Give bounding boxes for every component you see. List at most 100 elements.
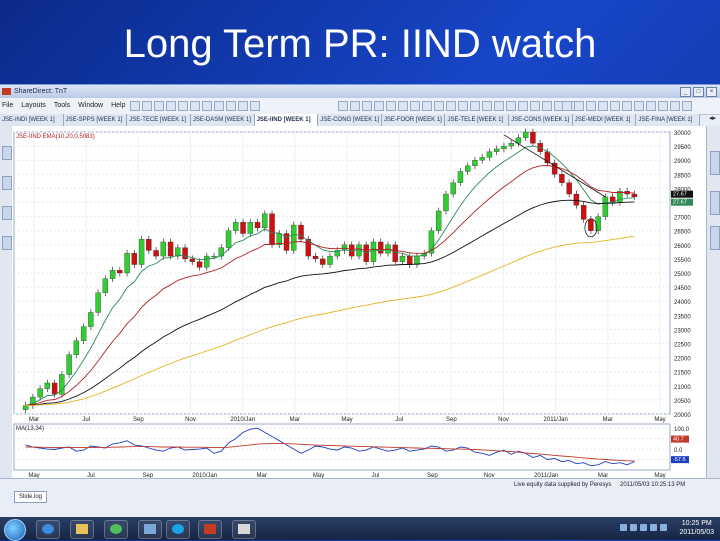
candle-body [233, 222, 239, 231]
app-shortcut-icon[interactable] [138, 520, 162, 539]
file-explorer-icon[interactable] [70, 520, 94, 539]
start-button[interactable] [4, 519, 26, 541]
chart-tab[interactable]: JSE-DASM [WEEK 1] [191, 114, 255, 126]
candle-body [44, 382, 51, 389]
chart-tab[interactable]: JSE-TELE [WEEK 1] [445, 114, 510, 126]
toolbar-button[interactable] [598, 101, 608, 111]
status-timestamp: 2011/05/03 10:25:13 PM [620, 482, 686, 488]
tray-icon[interactable] [650, 524, 657, 531]
toolbar-button[interactable] [470, 101, 480, 111]
media-player-icon[interactable] [104, 520, 128, 539]
toolbar-button[interactable] [362, 101, 372, 111]
menu-layouts[interactable]: Layouts [21, 102, 46, 109]
window-title: ShareDirect: TnT [14, 88, 68, 95]
chart-tab[interactable]: JSE-SPPS [WEEK 1] [64, 114, 128, 126]
toolbar-button[interactable] [658, 101, 668, 111]
chart-canvas[interactable]: 3000029500290002850028000275002700026500… [12, 126, 706, 478]
tray-icon[interactable] [640, 524, 647, 531]
toolbar-button[interactable] [574, 101, 584, 111]
candle-body [392, 244, 398, 262]
tray-icon[interactable] [620, 524, 627, 531]
toolbar-button[interactable] [530, 101, 540, 111]
toolbar-button[interactable] [398, 101, 408, 111]
toolbar-button[interactable] [622, 101, 632, 111]
chart-tab[interactable]: JSE-INDI [WEEK 1] [0, 114, 64, 126]
price-legend: JSE-IIND EMA(10,20,0.5083) [16, 134, 95, 140]
candle-body [80, 326, 87, 341]
candle-body [378, 241, 384, 254]
side-panel-button[interactable] [710, 191, 720, 215]
menu-tools[interactable]: Tools [54, 102, 70, 109]
toolbar-button[interactable] [634, 101, 644, 111]
toolbar-button[interactable] [190, 101, 200, 111]
toolbar-button[interactable] [562, 101, 572, 111]
toolbar-button[interactable] [142, 101, 152, 111]
toolbar-button[interactable] [446, 101, 456, 111]
toolbar-button[interactable] [422, 101, 432, 111]
skype-icon[interactable] [166, 520, 190, 539]
tray-icon[interactable] [630, 524, 637, 531]
close-button[interactable]: × [706, 87, 717, 97]
minimize-button[interactable]: _ [680, 87, 691, 97]
tab-scroll-arrows[interactable]: ◂▸ [709, 114, 716, 122]
toolbar-button[interactable] [494, 101, 504, 111]
toolbar-button[interactable] [130, 101, 140, 111]
toolbar-group-2 [338, 101, 576, 111]
side-panel-button[interactable] [710, 226, 720, 250]
tool-button[interactable] [2, 206, 12, 220]
toolbar-button[interactable] [646, 101, 656, 111]
price-y-tick-label: 21500 [674, 371, 691, 377]
toolbar-button[interactable] [410, 101, 420, 111]
side-panel-button[interactable] [710, 151, 720, 175]
toolbar-button[interactable] [586, 101, 596, 111]
toolbar-button[interactable] [506, 101, 516, 111]
volume-icon[interactable] [660, 524, 667, 531]
maximize-button[interactable]: □ [693, 87, 704, 97]
candle-body [247, 222, 253, 234]
chart-tab[interactable]: JSE-CONS [WEEK 1] [509, 114, 573, 126]
taskbar-clock[interactable]: 10:25 PM 2011/05/03 [679, 519, 714, 537]
chart-tab[interactable]: JSE-FINA [WEEK 1] [636, 114, 701, 126]
internet-explorer-icon[interactable] [36, 520, 60, 539]
toolbar-button[interactable] [226, 101, 236, 111]
menu-help[interactable]: Help [111, 102, 125, 109]
toolbar-button[interactable] [670, 101, 680, 111]
chart-tab[interactable]: JSE-CONG [WEEK 1] [318, 114, 382, 126]
tool-button[interactable] [2, 176, 12, 190]
toolbar-button[interactable] [202, 101, 212, 111]
candle-body [189, 258, 195, 262]
toolbar-button[interactable] [178, 101, 188, 111]
toolbar-button[interactable] [350, 101, 360, 111]
toolbar-button[interactable] [386, 101, 396, 111]
toolbar-button[interactable] [518, 101, 528, 111]
chart-tab[interactable]: JSE-TECE [WEEK 1] [127, 114, 191, 126]
toolbar-button[interactable] [458, 101, 468, 111]
sharedirect-taskbar-icon[interactable] [198, 520, 222, 539]
toolbar-button[interactable] [214, 101, 224, 111]
tool-button[interactable] [2, 146, 12, 160]
chart-tab[interactable]: JSE-IIND [WEEK 1] [254, 114, 319, 126]
menu-window[interactable]: Window [78, 102, 103, 109]
tool-button[interactable] [2, 236, 12, 250]
candle-body [566, 182, 572, 195]
toolbar-button[interactable] [374, 101, 384, 111]
toolbar-button[interactable] [238, 101, 248, 111]
toolbar-button[interactable] [154, 101, 164, 111]
toolbar-button[interactable] [682, 101, 692, 111]
clock-time: 10:25 PM [681, 520, 712, 527]
menu-file[interactable]: File [2, 102, 13, 109]
toolbar-button[interactable] [542, 101, 552, 111]
chart-tab[interactable]: JSE-MEDI [WEEK 1] [573, 114, 637, 126]
chart-tab[interactable]: JSE-FOOR [WEEK 1] [382, 114, 446, 126]
toolbar-button[interactable] [434, 101, 444, 111]
candle-body [196, 261, 203, 268]
notes-icon[interactable] [232, 520, 256, 539]
candle-body [138, 239, 145, 265]
toolbar-button[interactable] [338, 101, 348, 111]
toolbar-button[interactable] [250, 101, 260, 111]
candle-body [443, 193, 449, 212]
toolbar-button[interactable] [482, 101, 492, 111]
sheet-tab[interactable]: Slide.log [14, 491, 48, 503]
toolbar-button[interactable] [610, 101, 620, 111]
toolbar-button[interactable] [166, 101, 176, 111]
